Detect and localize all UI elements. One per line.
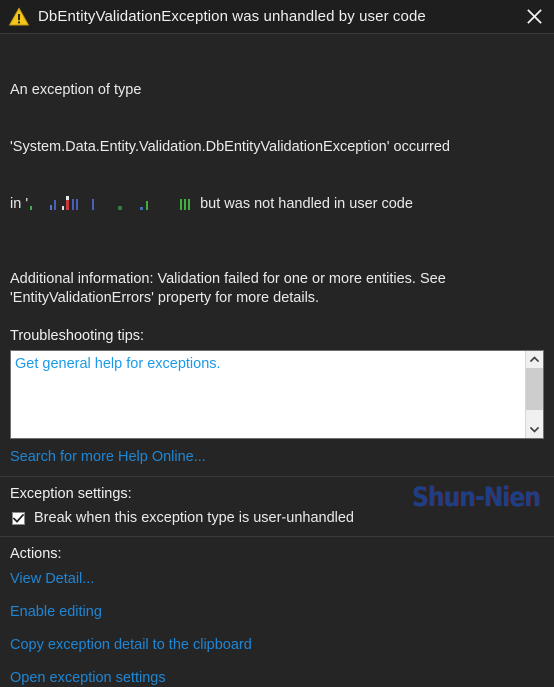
dialog-content: An exception of type 'System.Data.Entity… [0,34,554,687]
separator-exception-settings [0,476,554,477]
break-when-unhandled-checkbox[interactable] [12,511,25,525]
exception-description: An exception of type 'System.Data.Entity… [10,43,544,252]
dialog-titlebar: DbEntityValidationException was unhandle… [0,0,554,34]
description-line-1: An exception of type [10,82,142,98]
warning-triangle-icon [9,7,29,25]
search-help-online-link[interactable]: Search for more Help Online... [10,448,544,466]
actions-label: Actions: [10,546,62,562]
close-icon [526,9,542,24]
tips-scrollbar[interactable] [525,351,543,438]
separator-actions [0,536,554,537]
scrollbar-track[interactable] [526,368,543,421]
dialog-title: DbEntityValidationException was unhandle… [38,8,426,25]
exception-helper-dialog: DbEntityValidationException was unhandle… [0,0,554,686]
scrollbar-thumb[interactable] [526,368,543,410]
action-view-detail[interactable]: View Detail... [10,570,544,588]
exception-settings-label: Exception settings: [10,486,132,502]
break-when-unhandled-label[interactable]: Break when this exception type is user-u… [34,510,354,526]
description-line-3-suffix: but was not handled in user code [196,196,413,212]
check-icon [13,513,24,523]
redacted-assembly-name [28,196,196,211]
break-when-unhandled-row[interactable]: Break when this exception type is user-u… [12,510,544,526]
action-copy-exception-detail[interactable]: Copy exception detail to the clipboard [10,636,544,654]
action-enable-editing[interactable]: Enable editing [10,603,544,621]
troubleshooting-label: Troubleshooting tips: [10,328,145,344]
tips-list: Get general help for exceptions. [11,351,525,438]
action-open-exception-settings[interactable]: Open exception settings [10,669,544,687]
close-button[interactable] [514,0,554,33]
scrollbar-up-button[interactable] [526,351,543,368]
scrollbar-down-button[interactable] [526,421,543,438]
tip-link-general-help[interactable]: Get general help for exceptions. [15,354,521,374]
description-line-3: in ' but was not handled in user code [10,195,544,214]
troubleshooting-tips-listbox[interactable]: Get general help for exceptions. [10,350,544,439]
chevron-up-icon [530,356,539,363]
additional-information: Additional information: Validation faile… [10,271,450,306]
description-line-3-prefix: in ' [10,196,29,212]
description-line-2: 'System.Data.Entity.Validation.DbEntityV… [10,139,450,155]
actions-list: View Detail... Enable editing Copy excep… [10,570,544,687]
chevron-down-icon [530,426,539,433]
